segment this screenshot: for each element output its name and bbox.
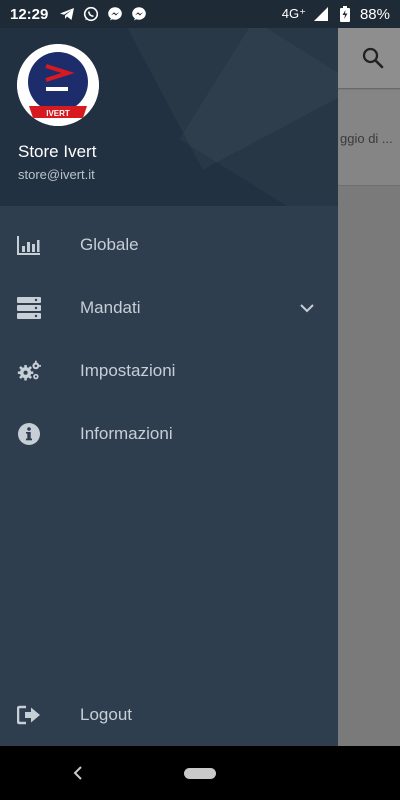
sign-out-icon xyxy=(17,703,41,727)
logout-button[interactable]: Logout xyxy=(0,685,338,745)
battery-icon xyxy=(336,5,354,23)
system-nav-bar xyxy=(0,746,400,800)
menu-item-label: Mandati xyxy=(80,298,141,317)
user-name: Store Ivert xyxy=(18,142,97,161)
messenger-icon xyxy=(106,5,124,23)
user-email: store@ivert.it xyxy=(18,167,95,182)
telegram-icon xyxy=(58,5,76,23)
gears-icon xyxy=(17,359,41,383)
menu-item-label: Impostazioni xyxy=(80,361,176,380)
status-bar: 12:29 4G⁺ 88% xyxy=(0,0,400,28)
menu-item-impostazioni[interactable]: Impostazioni xyxy=(0,341,338,401)
signal-icon xyxy=(312,5,330,23)
status-time: 12:29 xyxy=(10,5,49,23)
navigation-drawer: IVERT Store Ivert store@ivert.it Globale… xyxy=(0,28,338,746)
logout-label: Logout xyxy=(80,705,132,724)
avatar: IVERT xyxy=(17,44,99,126)
chevron-down-icon[interactable] xyxy=(298,299,316,317)
menu-item-globale[interactable]: Globale xyxy=(0,215,338,275)
home-pill[interactable] xyxy=(184,768,216,779)
network-type: 4G⁺ xyxy=(281,6,306,21)
list-item-text: ggio di ... xyxy=(340,131,393,146)
info-icon xyxy=(17,422,41,446)
server-icon xyxy=(17,296,41,320)
back-icon[interactable] xyxy=(70,763,86,783)
bar-chart-icon xyxy=(17,233,41,257)
drawer-header: IVERT Store Ivert store@ivert.it xyxy=(0,28,338,206)
menu-item-label: Informazioni xyxy=(80,424,173,443)
logo-text: IVERT xyxy=(46,109,70,118)
messenger-icon xyxy=(130,5,148,23)
menu-item-informazioni[interactable]: Informazioni xyxy=(0,404,338,464)
menu-item-mandati[interactable]: Mandati xyxy=(0,278,338,338)
whatsapp-icon xyxy=(82,5,100,23)
notification-icons xyxy=(58,5,148,23)
battery-percent: 88% xyxy=(359,5,390,23)
menu-item-label: Globale xyxy=(80,235,139,254)
ivert-logo: IVERT xyxy=(17,44,99,126)
search-icon[interactable] xyxy=(360,45,386,71)
